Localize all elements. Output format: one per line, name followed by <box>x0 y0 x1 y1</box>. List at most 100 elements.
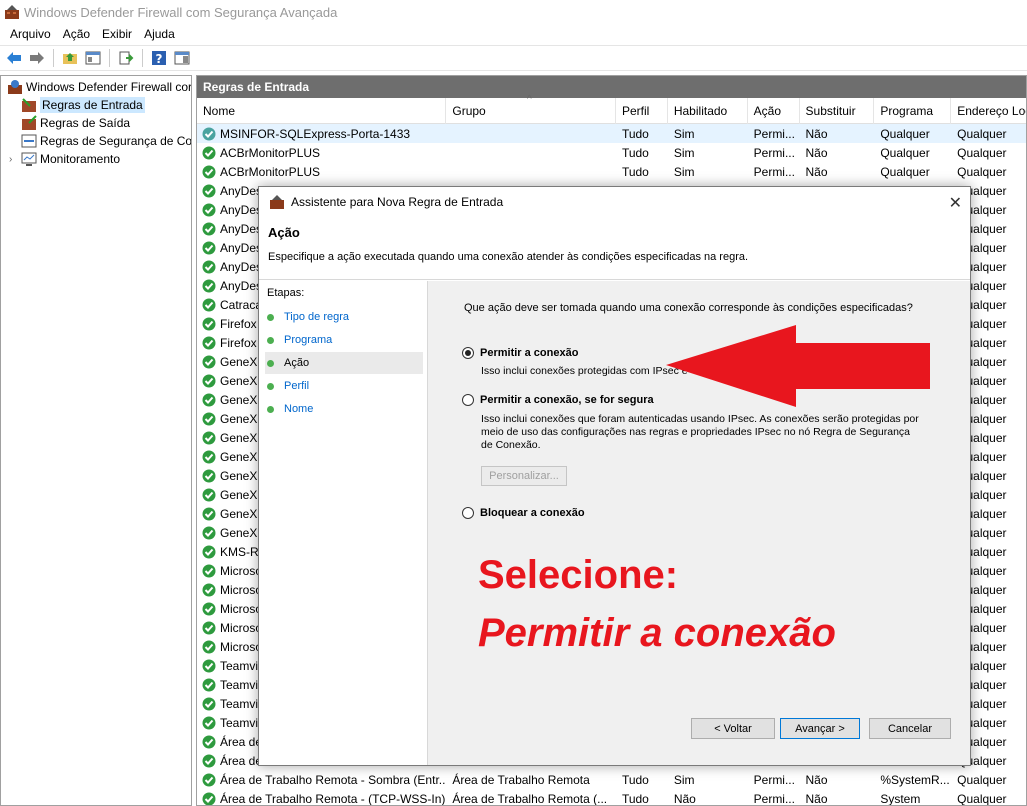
step-label: Ação <box>284 357 310 369</box>
back-arrow-icon[interactable] <box>4 48 24 68</box>
up-folder-icon[interactable] <box>60 48 80 68</box>
show-action-pane-icon[interactable] <box>172 48 192 68</box>
tree-item-label: Regras de Segurança de Co <box>40 134 192 148</box>
radio-allow-secure-desc: Isso inclui conexões que foram autentica… <box>481 413 919 451</box>
rule-name: Teamvi <box>220 696 259 711</box>
next-button[interactable]: Avançar > <box>780 718 860 739</box>
cell-override: Não <box>805 791 828 806</box>
cancel-button[interactable]: Cancelar <box>869 718 951 739</box>
action-question: Que ação deve ser tomada quando uma cone… <box>464 302 913 314</box>
forward-arrow-icon[interactable] <box>27 48 47 68</box>
rule-name: ACBrMonitorPLUS <box>220 145 321 160</box>
enabled-check-icon <box>202 678 216 691</box>
customize-button[interactable]: Personalizar... <box>481 466 567 486</box>
back-button[interactable]: < Voltar <box>691 718 775 739</box>
monitoring-icon <box>21 152 37 166</box>
col-substituir[interactable]: Substituir <box>800 97 875 124</box>
step-nome[interactable]: Nome <box>265 398 423 420</box>
cell-local: Qualquer <box>957 164 1007 179</box>
cell-local: Qualquer <box>957 126 1007 141</box>
rule-name: Firefox <box>220 335 257 350</box>
enabled-check-icon <box>202 526 216 539</box>
radio-selected-icon[interactable] <box>462 347 474 359</box>
show-hide-tree-icon[interactable] <box>83 48 103 68</box>
cell-action: Permi... <box>753 791 795 806</box>
cell-override: Não <box>805 772 828 787</box>
chevron-right-icon[interactable]: › <box>9 154 21 165</box>
step-tipo-de-regra[interactable]: Tipo de regra <box>265 306 423 328</box>
dialog-heading: Ação <box>268 225 300 240</box>
cell-action: Permi... <box>753 126 795 141</box>
rule-name: KMS-R <box>220 544 259 559</box>
enabled-check-icon <box>202 602 216 615</box>
step-acao[interactable]: Ação <box>265 352 423 374</box>
enabled-check-icon <box>202 716 216 729</box>
col-endereco-local[interactable]: Endereço Loc <box>951 98 1026 124</box>
rule-name: AnyDes <box>220 183 263 198</box>
col-programa[interactable]: Programa <box>874 97 952 124</box>
tree-item-label: Regras de Entrada <box>40 97 145 113</box>
enabled-check-icon <box>202 583 216 596</box>
col-perfil[interactable]: Perfil <box>616 97 668 124</box>
rule-name: Área de <box>220 753 263 768</box>
col-habilitado[interactable]: Habilitado <box>668 97 748 124</box>
menu-bar: Arquivo Ação Exibir Ajuda <box>0 24 1027 44</box>
dialog-subheading: Especifique a ação executada quando uma … <box>268 251 749 263</box>
callout-line2: Permitir a conexão <box>478 611 836 655</box>
step-label: Perfil <box>284 380 310 392</box>
help-icon[interactable]: ? <box>149 48 169 68</box>
dialog-titlebar: Assistente para Nova Regra de Entrada ✕ <box>259 187 970 217</box>
menu-exibir[interactable]: Exibir <box>96 27 138 41</box>
table-row[interactable]: MSINFOR-SQLExpress-Porta-1433 Tudo Sim Perm… <box>197 124 1026 143</box>
cell-profile: Tudo <box>621 791 649 806</box>
enabled-check-icon <box>202 507 216 520</box>
cell-profile: Tudo <box>621 126 649 141</box>
menu-ajuda[interactable]: Ajuda <box>138 27 181 41</box>
col-nome[interactable]: Nome <box>197 97 447 124</box>
enabled-check-icon <box>202 773 216 786</box>
tree-root[interactable]: Windows Defender Firewall cor <box>1 78 191 96</box>
enabled-check-icon <box>202 659 216 672</box>
cell-enabled: Não <box>673 791 696 806</box>
rule-name-cell: ACBrMonitorPLUS <box>197 165 446 179</box>
table-row[interactable]: Área de Trabalho Remota - Sombra (Entr..… <box>197 770 1026 789</box>
radio-block[interactable]: Bloquear a conexão <box>462 507 585 519</box>
radio-unselected-icon[interactable] <box>462 507 474 519</box>
step-perfil[interactable]: Perfil <box>265 375 423 397</box>
step-programa[interactable]: Programa <box>265 329 423 351</box>
svg-text:?: ? <box>156 52 163 66</box>
radio-unselected-icon[interactable] <box>462 394 474 406</box>
tree-item-monitoring[interactable]: › Monitoramento <box>1 150 191 168</box>
rule-name-cell: ACBrMonitorPLUS <box>197 146 446 160</box>
dialog-header: Ação Especifique a ação executada quando… <box>259 217 970 280</box>
cell-program: Qualquer <box>880 164 930 179</box>
table-row[interactable]: ACBrMonitorPLUS Tudo Sim Permi... Não Qualque… <box>197 143 1026 162</box>
rule-name: AnyDes <box>220 221 263 236</box>
radio-allow-label: Permitir a conexão <box>480 347 579 359</box>
export-list-icon[interactable] <box>116 48 136 68</box>
col-acao[interactable]: Ação <box>748 97 800 124</box>
cell-group: Área de Trabalho Remota <box>452 772 590 787</box>
tree-item-inbound-rules[interactable]: Regras de Entrada <box>1 96 191 114</box>
radio-allow-secure[interactable]: Permitir a conexão, se for segura <box>462 394 654 406</box>
cell-profile: Tudo <box>621 145 649 160</box>
step-label: Nome <box>284 403 314 415</box>
table-row[interactable]: Área de Trabalho Remota - (TCP-WSS-In) Ár… <box>197 789 1026 806</box>
enabled-check-icon <box>202 336 216 349</box>
menu-arquivo[interactable]: Arquivo <box>4 27 57 41</box>
tree-root-label: Windows Defender Firewall cor <box>26 80 192 94</box>
rule-name: Microso <box>220 582 263 597</box>
tree-item-outbound-rules[interactable]: Regras de Saída <box>1 114 191 132</box>
step-dot-icon <box>267 405 274 413</box>
inbound-rules-icon <box>22 98 36 112</box>
cell-profile: Tudo <box>621 772 649 787</box>
menu-acao[interactable]: Ação <box>57 27 96 41</box>
table-row[interactable]: ACBrMonitorPLUS Tudo Sim Permi... Não Qualque… <box>197 162 1026 181</box>
firewall-icon <box>5 5 19 19</box>
radio-allow[interactable]: Permitir a conexão <box>462 347 578 359</box>
tree-item-connection-security[interactable]: Regras de Segurança de Co <box>1 132 191 150</box>
close-icon[interactable]: ✕ <box>949 193 962 213</box>
toolbar-separator <box>142 49 143 67</box>
rule-name-cell: MSINFOR-SQLExpress-Porta-1433 <box>197 127 446 141</box>
tree-item-label: Regras de Saída <box>40 116 131 130</box>
